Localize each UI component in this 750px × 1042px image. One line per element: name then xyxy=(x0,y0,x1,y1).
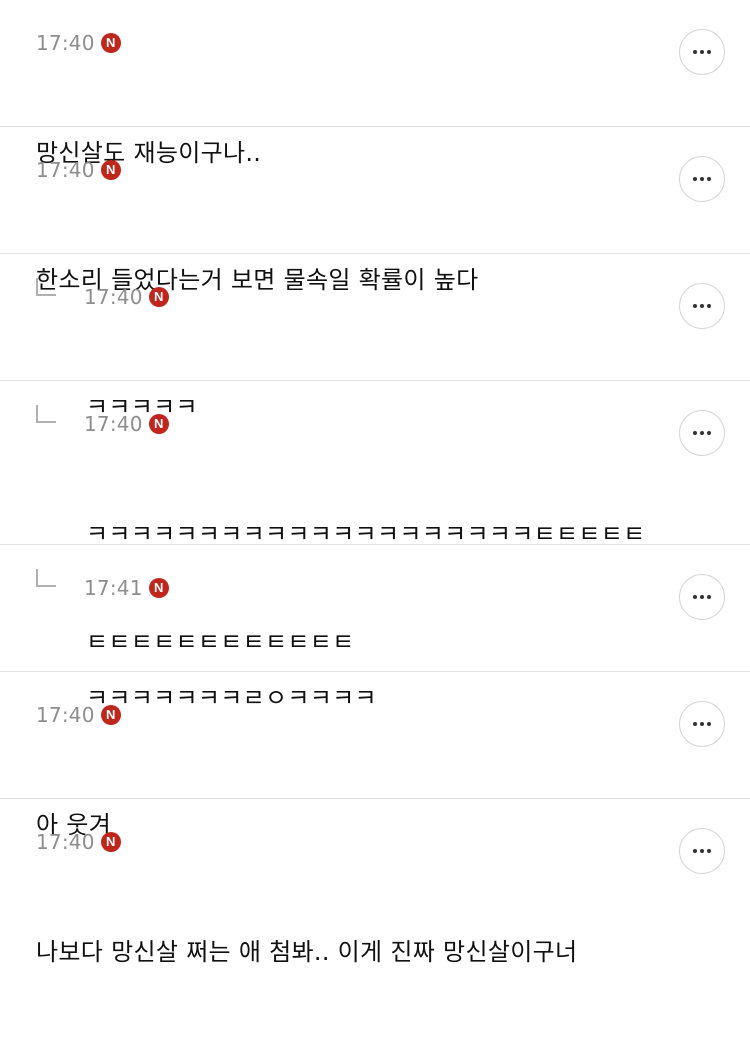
comment-meta: 17:40 N xyxy=(84,285,169,309)
new-badge-icon: N xyxy=(148,414,169,434)
more-options-button[interactable] xyxy=(679,283,725,329)
comment-meta: 17:40 N xyxy=(84,412,169,436)
more-options-button[interactable] xyxy=(679,701,725,747)
comment-item: 17:40 N 아 웃겨 xyxy=(0,672,750,839)
reply-arrow-icon xyxy=(36,405,56,423)
more-options-button[interactable] xyxy=(679,574,725,620)
new-badge-icon: N xyxy=(100,160,121,180)
more-options-icon xyxy=(693,849,711,853)
more-options-icon xyxy=(693,595,711,599)
more-options-button[interactable] xyxy=(679,29,725,75)
new-badge-icon: N xyxy=(148,287,169,307)
new-badge-icon: N xyxy=(148,578,169,598)
more-options-icon xyxy=(693,304,711,308)
comment-time: 17:40 xyxy=(84,285,143,309)
comment-meta: 17:40 N xyxy=(36,31,121,55)
comment-line: 나보다 망신살 쩌는 애 첨봐.. 이게 진짜 망신살이구너 xyxy=(36,938,578,966)
more-options-icon xyxy=(693,177,711,181)
comment-item: 17:40 N 망신살도 재능이구나.. xyxy=(0,0,750,167)
more-options-button[interactable] xyxy=(679,156,725,202)
comment-time: 17:40 xyxy=(36,830,95,854)
reply-arrow-icon xyxy=(36,278,56,296)
more-options-button[interactable] xyxy=(679,828,725,874)
comment-meta: 17:41 N xyxy=(84,576,169,600)
comment-meta: 17:40 N xyxy=(36,703,121,727)
comment-meta: 17:40 N xyxy=(36,158,121,182)
reply-item: 17:40 N ㅋㅋㅋㅋㅋㅋㅋㅋㅋㅋㅋㅋㅋㅋㅋㅋㅋㅋㅋㅋㅌㅌㅌㅌㅌ ㅌㅌㅌㅌㅌㅌ… xyxy=(0,381,750,656)
reply-item: 17:41 N ㅋㅋㅋㅋㅋㅋㅋㄹㅇㅋㅋㅋㅋ xyxy=(0,545,750,712)
comment-time: 17:40 xyxy=(36,158,95,182)
new-badge-icon: N xyxy=(100,832,121,852)
comment-item: 17:40 N 한소리 들었다는거 보면 물속일 확률이 높다 xyxy=(0,127,750,294)
reply-arrow-icon xyxy=(36,569,56,587)
comment-time: 17:41 xyxy=(84,576,143,600)
new-badge-icon: N xyxy=(100,705,121,725)
more-options-icon xyxy=(693,50,711,54)
comment-meta: 17:40 N xyxy=(36,830,121,854)
comment-time: 17:40 xyxy=(36,703,95,727)
reply-item: 17:40 N ㅋㅋㅋㅋㅋ xyxy=(0,254,750,421)
comment-text: 나보다 망신살 쩌는 애 첨봐.. 이게 진짜 망신살이구너 xyxy=(36,862,577,1042)
comment-item: 17:40 N 나보다 망신살 쩌는 애 첨봐.. 이게 진짜 망신살이구너 xyxy=(0,799,750,966)
new-badge-icon: N xyxy=(100,33,121,53)
comment-time: 17:40 xyxy=(84,412,143,436)
more-options-icon xyxy=(693,722,711,726)
comment-time: 17:40 xyxy=(36,31,95,55)
more-options-icon xyxy=(693,431,711,435)
more-options-button[interactable] xyxy=(679,410,725,456)
